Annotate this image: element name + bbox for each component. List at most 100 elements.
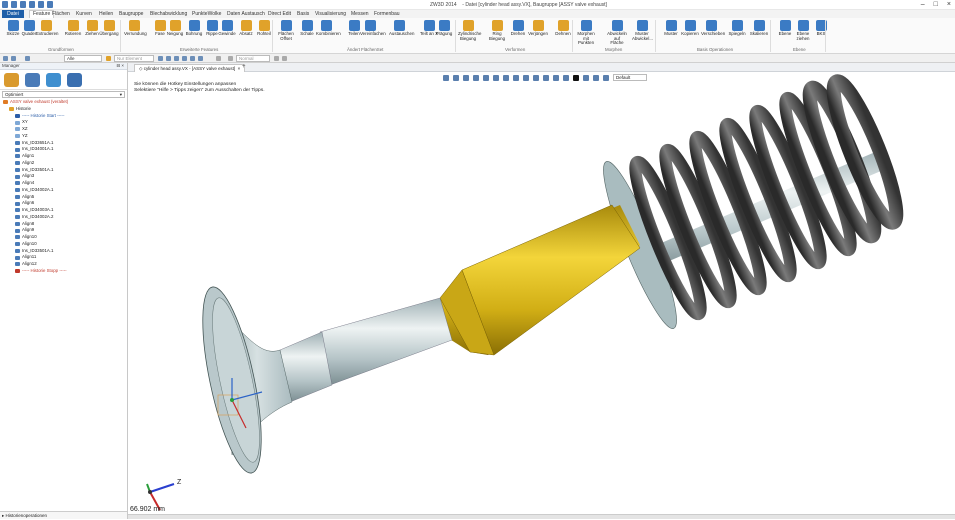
ribbon-button-kopieren[interactable]: Kopieren xyxy=(680,20,700,37)
new-tab-icon[interactable]: + xyxy=(242,64,246,70)
tool-icon[interactable] xyxy=(190,56,195,61)
tree-item[interactable]: Ins_ID34002A.1 xyxy=(0,187,127,194)
tree-item[interactable]: XY xyxy=(0,119,127,126)
ribbon-button-bohrung[interactable]: Bohrung xyxy=(184,20,204,37)
ribbon-button-ring-biegung[interactable]: Ring Biegung xyxy=(487,20,507,41)
ribbon-button-ebene-ziehen[interactable]: Ebene ziehen xyxy=(793,20,813,41)
ribbon-button-neigung[interactable]: Neigung xyxy=(165,20,185,37)
menu-basis[interactable]: Basis xyxy=(297,11,309,17)
tool-icon[interactable] xyxy=(182,56,187,61)
tree-item[interactable]: YZ xyxy=(0,133,127,140)
pin-icon[interactable]: ⊟ × xyxy=(116,63,124,69)
ribbon-button-ebene[interactable]: Ebene xyxy=(775,20,795,37)
mode-select[interactable]: Normal xyxy=(236,55,270,62)
ribbon-button-extrudieren[interactable]: Extrudieren xyxy=(36,20,58,37)
tool-icon[interactable] xyxy=(228,56,233,61)
tree-item[interactable]: Align11 xyxy=(0,254,127,261)
history-operations-bar[interactable]: ▸ Historienoperationen xyxy=(0,511,127,519)
tree-item[interactable]: ----- Historie Start ----- xyxy=(0,113,127,120)
tree-mode-select[interactable]: Optimiert ▾ xyxy=(2,91,125,98)
ribbon-button-bks[interactable]: BKS xyxy=(811,20,831,37)
view-tab-icon[interactable] xyxy=(46,73,61,87)
assembly-tab-icon[interactable] xyxy=(25,73,40,87)
ribbon-button-muster-abwickel-[interactable]: Muster Abwickel... xyxy=(632,20,653,41)
tree-item[interactable]: Align9 xyxy=(0,227,127,234)
layer-tab-icon[interactable] xyxy=(67,73,82,87)
menu-heilen[interactable]: Heilen xyxy=(99,11,113,17)
menu-direct-edit[interactable]: Direct Edit xyxy=(268,11,291,17)
tool-icon[interactable] xyxy=(216,56,221,61)
tree-item[interactable]: Ins_ID33501A.1 xyxy=(0,167,127,174)
filter-select[interactable]: Alle xyxy=(64,55,102,62)
tool-icon[interactable] xyxy=(274,56,279,61)
ribbon-button-verschieben[interactable]: Verschieben xyxy=(701,20,725,37)
app-icon[interactable] xyxy=(2,1,8,8)
ribbon-button--bergang[interactable]: Übergang xyxy=(99,20,119,37)
tool-icon[interactable] xyxy=(174,56,179,61)
ribbon-button-kombinieren[interactable]: Kombinieren xyxy=(316,20,341,37)
ribbon-button-absatz[interactable]: Absatz xyxy=(236,20,256,37)
tree-item[interactable]: Align4 xyxy=(0,180,127,187)
document-tab[interactable]: ◇ cylinder head assy.VX - [ASSY valve ex… xyxy=(134,64,246,72)
tool-icon[interactable] xyxy=(158,56,163,61)
ribbon-button-morphen-mit-punkten[interactable]: Morphen mit Punkten xyxy=(576,20,596,46)
ribbon-button-zylindrische-biegung[interactable]: Zylindrische Biegung xyxy=(458,20,481,41)
menu-visualisierung[interactable]: Visualisierung xyxy=(315,11,346,17)
pick-icon[interactable] xyxy=(11,56,16,61)
element-select[interactable]: Nur Element xyxy=(114,55,154,62)
tree-item[interactable]: Align6 xyxy=(0,200,127,207)
tree-item[interactable]: Ins_ID34001A.1 xyxy=(0,146,127,153)
tree-item[interactable]: ASSY valve exhaust (veraltet) xyxy=(0,99,127,106)
filter-icon[interactable] xyxy=(3,56,8,61)
pointer-icon[interactable] xyxy=(25,56,30,61)
menu-punktewolke[interactable]: PunkteWolke xyxy=(192,11,221,17)
tree-item[interactable]: Align12 xyxy=(0,261,127,268)
quick-access-toolbar[interactable] xyxy=(2,1,53,8)
ribbon-button-austauschen[interactable]: Austauschen xyxy=(389,20,414,37)
tool-icon[interactable] xyxy=(198,56,203,61)
menu-messen[interactable]: Messen xyxy=(351,11,369,17)
3d-viewport[interactable]: Z xyxy=(128,73,955,514)
ribbon-button-schale[interactable]: Schale xyxy=(297,20,317,37)
tool-icon[interactable] xyxy=(282,56,287,61)
tree-item[interactable]: Ins_ID34003A.1 xyxy=(0,207,127,214)
tree-item[interactable]: Ins_ID34002A.2 xyxy=(0,214,127,221)
ribbon-button-muster[interactable]: Muster xyxy=(661,20,681,37)
menu-datei[interactable]: Datei xyxy=(2,10,24,18)
ribbon-button-verj-ngen[interactable]: Verjüngen xyxy=(528,20,548,37)
tree-item[interactable]: Align10 xyxy=(0,234,127,241)
ribbon-button-drehen[interactable]: Drehen xyxy=(508,20,528,37)
tree-item[interactable]: Align3 xyxy=(0,173,127,180)
maximize-icon[interactable]: □ xyxy=(934,1,938,9)
tree-item[interactable]: Align1 xyxy=(0,153,127,160)
tree-item[interactable]: Ins_ID33501A.1 xyxy=(0,248,127,255)
ribbon-button-fl-chen-offset[interactable]: Flächen Offset xyxy=(276,20,296,41)
close-icon[interactable]: × xyxy=(947,1,951,9)
menu-baugruppe[interactable]: Baugruppe xyxy=(119,11,143,17)
redo-icon[interactable] xyxy=(47,1,53,8)
tool-icon[interactable] xyxy=(166,56,171,61)
minimize-icon[interactable]: – xyxy=(921,1,925,9)
tree-item[interactable]: Align8 xyxy=(0,221,127,228)
history-tab-icon[interactable] xyxy=(4,73,19,87)
menu-formenbau[interactable]: Formenbau xyxy=(374,11,400,17)
tree-item[interactable]: Align5 xyxy=(0,194,127,201)
ribbon-button-spiegeln[interactable]: Spiegeln xyxy=(727,20,747,37)
ribbon-button-vereinfachen[interactable]: Vereinfachen xyxy=(360,20,386,37)
ribbon-button-abwickeln-auf-fl-che[interactable]: Abwickeln auf Fläche xyxy=(607,20,627,46)
ribbon-button-gewinde[interactable]: Gewinde xyxy=(217,20,237,37)
ribbon-button-pr-gung[interactable]: Prägung xyxy=(434,20,454,37)
open-icon[interactable] xyxy=(20,1,26,8)
tree-item[interactable]: Historie xyxy=(0,106,127,113)
tree-item[interactable]: Align10 xyxy=(0,241,127,248)
tree-item[interactable]: Ins_ID33651A.1 xyxy=(0,140,127,147)
menu-feature[interactable]: Feature xyxy=(29,10,55,18)
tree-item[interactable]: Align2 xyxy=(0,160,127,167)
menu-blechabwicklung[interactable]: Blechabwicklung xyxy=(150,11,187,17)
undo-icon[interactable] xyxy=(38,1,44,8)
tree-item[interactable]: XZ xyxy=(0,126,127,133)
save-icon[interactable] xyxy=(29,1,35,8)
ribbon-button-verrundung[interactable]: Verrundung xyxy=(124,20,147,37)
ribbon-button-rotieren[interactable]: Rotieren xyxy=(63,20,83,37)
ribbon-button-skalieren[interactable]: Skalieren xyxy=(749,20,769,37)
